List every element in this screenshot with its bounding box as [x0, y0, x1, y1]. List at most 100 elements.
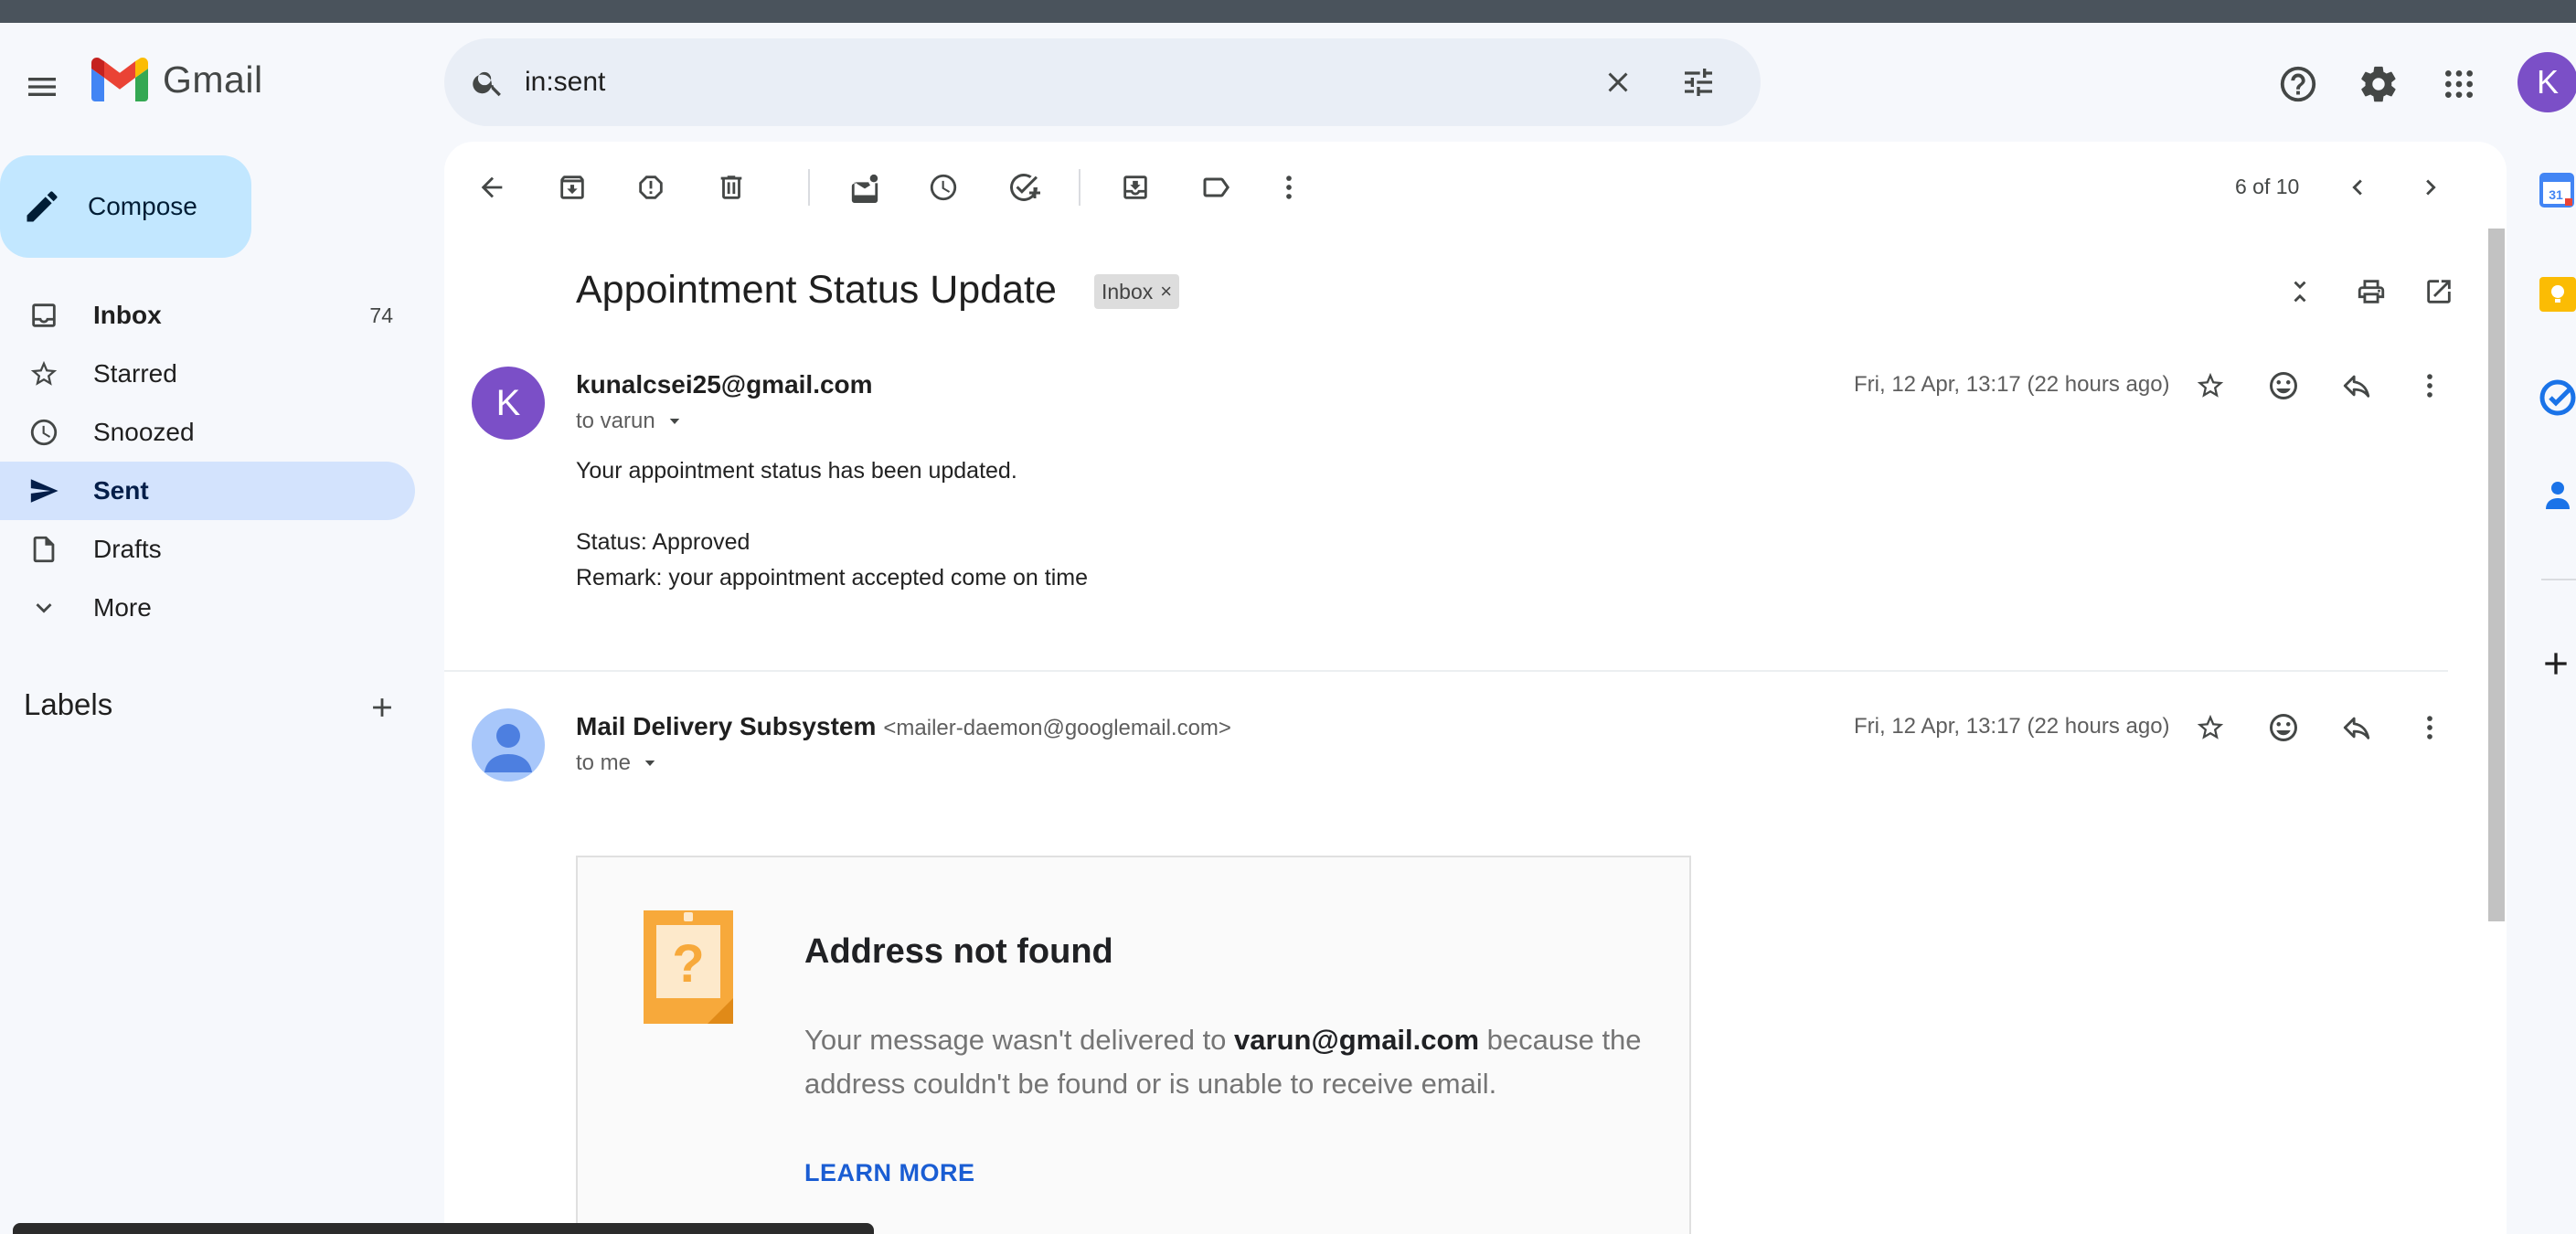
add-reaction-button[interactable] [2260, 362, 2307, 410]
search-button[interactable] [466, 60, 510, 104]
avatar[interactable]: K [472, 367, 545, 440]
message-more-button[interactable] [2406, 704, 2454, 751]
create-label-button[interactable] [362, 687, 402, 728]
message-more-button[interactable] [2406, 362, 2454, 410]
calendar-icon: 31 [2539, 173, 2574, 207]
plus-icon [373, 698, 391, 717]
bounce-notice-card: ? Address not found Your message wasn't … [576, 856, 1691, 1234]
chevron-right-icon [2426, 179, 2436, 196]
search-icon [473, 71, 501, 97]
gmail-logo[interactable]: Gmail [91, 58, 263, 101]
bounced-address: varun@gmail.com [1234, 1024, 1480, 1056]
report-spam-button[interactable] [627, 164, 675, 211]
pagination-text: 6 of 10 [2235, 175, 2300, 198]
recipient-details-toggle[interactable]: to me [576, 750, 658, 776]
thread-subject: Appointment Status Update [576, 268, 1057, 312]
close-icon [1608, 72, 1628, 92]
clear-search-button[interactable] [1594, 59, 1642, 106]
message-body-line: Your appointment status has been updated… [576, 458, 1017, 484]
search-options-button[interactable] [1675, 59, 1722, 106]
compose-button[interactable]: Compose [0, 155, 251, 258]
inbox-label-chip[interactable]: Inbox × [1094, 274, 1180, 309]
star-icon [26, 356, 62, 392]
label-chip-text: Inbox [1102, 279, 1154, 303]
person-icon [484, 724, 532, 772]
sidebar-item-snoozed[interactable]: Snoozed [0, 403, 415, 462]
contacts-icon [2546, 482, 2570, 509]
sidebar-nav: Inbox 74 Starred Snoozed Sent Drafts Mor… [0, 286, 415, 637]
star-button[interactable] [2187, 704, 2234, 751]
question-note-icon: ? [644, 910, 733, 1024]
collapse-all-button[interactable] [2276, 268, 2324, 315]
chevron-left-icon [2352, 179, 2362, 196]
search-input[interactable] [525, 57, 1475, 108]
archive-button[interactable] [548, 164, 596, 211]
sender-name[interactable]: Mail Delivery Subsystem <mailer-daemon@go… [576, 712, 1231, 741]
sidebar-item-starred[interactable]: Starred [0, 345, 415, 403]
app-header: Gmail K [0, 23, 2576, 142]
more-vert-icon [2427, 374, 2432, 398]
tasks-app-button[interactable] [2538, 377, 2576, 417]
side-panel-divider [2541, 579, 2576, 580]
star-icon [2197, 372, 2224, 398]
sidebar-item-sent[interactable]: Sent [0, 462, 415, 520]
scrollbar-thumb[interactable] [2488, 229, 2505, 921]
google-apps-button[interactable] [2433, 59, 2485, 110]
mark-unread-button[interactable] [841, 164, 889, 211]
get-addons-button[interactable] [2538, 644, 2576, 684]
apps-grid-icon [2445, 70, 2473, 98]
back-button[interactable] [468, 164, 516, 211]
message-date: Fri, 12 Apr, 13:17 (22 hours ago) [1854, 372, 2170, 397]
sidebar-item-more[interactable]: More [0, 579, 415, 637]
bounce-title: Address not found [804, 932, 1113, 971]
recipient-details-toggle[interactable]: to varun [576, 409, 683, 434]
reply-button[interactable] [2333, 704, 2380, 751]
hamburger-icon [28, 78, 56, 96]
main-menu-button[interactable] [15, 59, 69, 114]
older-button[interactable] [2407, 164, 2454, 211]
toolbar-divider [808, 169, 810, 206]
reply-button[interactable] [2333, 362, 2380, 410]
bottom-notification-bar [13, 1223, 874, 1234]
print-all-button[interactable] [2347, 268, 2395, 315]
open-new-window-button[interactable] [2415, 268, 2463, 315]
label-icon [1203, 177, 1229, 197]
calendar-app-button[interactable]: 31 [2538, 170, 2576, 210]
sidebar-item-label: Starred [93, 359, 177, 388]
mark-unread-icon [851, 174, 878, 203]
sender-name[interactable]: kunalcsei25@gmail.com [576, 370, 873, 399]
add-to-tasks-button[interactable] [1000, 164, 1048, 211]
sidebar-item-inbox[interactable]: Inbox 74 [0, 286, 415, 345]
contacts-app-button[interactable] [2538, 475, 2576, 516]
add-task-icon [1010, 173, 1040, 201]
delete-button[interactable] [708, 164, 755, 211]
move-to-icon [1123, 176, 1147, 199]
clock-icon [930, 174, 957, 201]
toolbar-divider [1079, 169, 1080, 206]
message-view: 6 of 10 Appointment Status Update Inbox … [444, 142, 2507, 1234]
account-avatar[interactable]: K [2517, 52, 2576, 112]
star-button[interactable] [2187, 362, 2234, 410]
snooze-button[interactable] [920, 164, 967, 211]
sidebar-item-label: Drafts [93, 535, 162, 563]
avatar[interactable] [472, 708, 545, 782]
support-button[interactable] [2273, 59, 2324, 110]
sidebar-item-label: Inbox [93, 301, 162, 329]
labels-button[interactable] [1192, 164, 1240, 211]
more-options-button[interactable] [1265, 164, 1313, 211]
learn-more-link[interactable]: LEARN MORE [804, 1159, 975, 1187]
settings-button[interactable] [2353, 59, 2404, 110]
move-to-button[interactable] [1112, 164, 1159, 211]
search-bar [444, 38, 1761, 126]
keep-app-button[interactable] [2538, 274, 2576, 314]
sidebar-item-label: Snoozed [93, 418, 195, 446]
sidebar-item-drafts[interactable]: Drafts [0, 520, 415, 579]
draft-icon [26, 531, 62, 568]
remove-label-icon[interactable]: × [1160, 280, 1172, 303]
star-icon [2197, 714, 2224, 739]
inbox-icon [26, 297, 62, 334]
browser-top-strip [0, 0, 2576, 23]
help-icon [2280, 66, 2316, 102]
add-reaction-button[interactable] [2260, 704, 2307, 751]
newer-button[interactable] [2334, 164, 2381, 211]
